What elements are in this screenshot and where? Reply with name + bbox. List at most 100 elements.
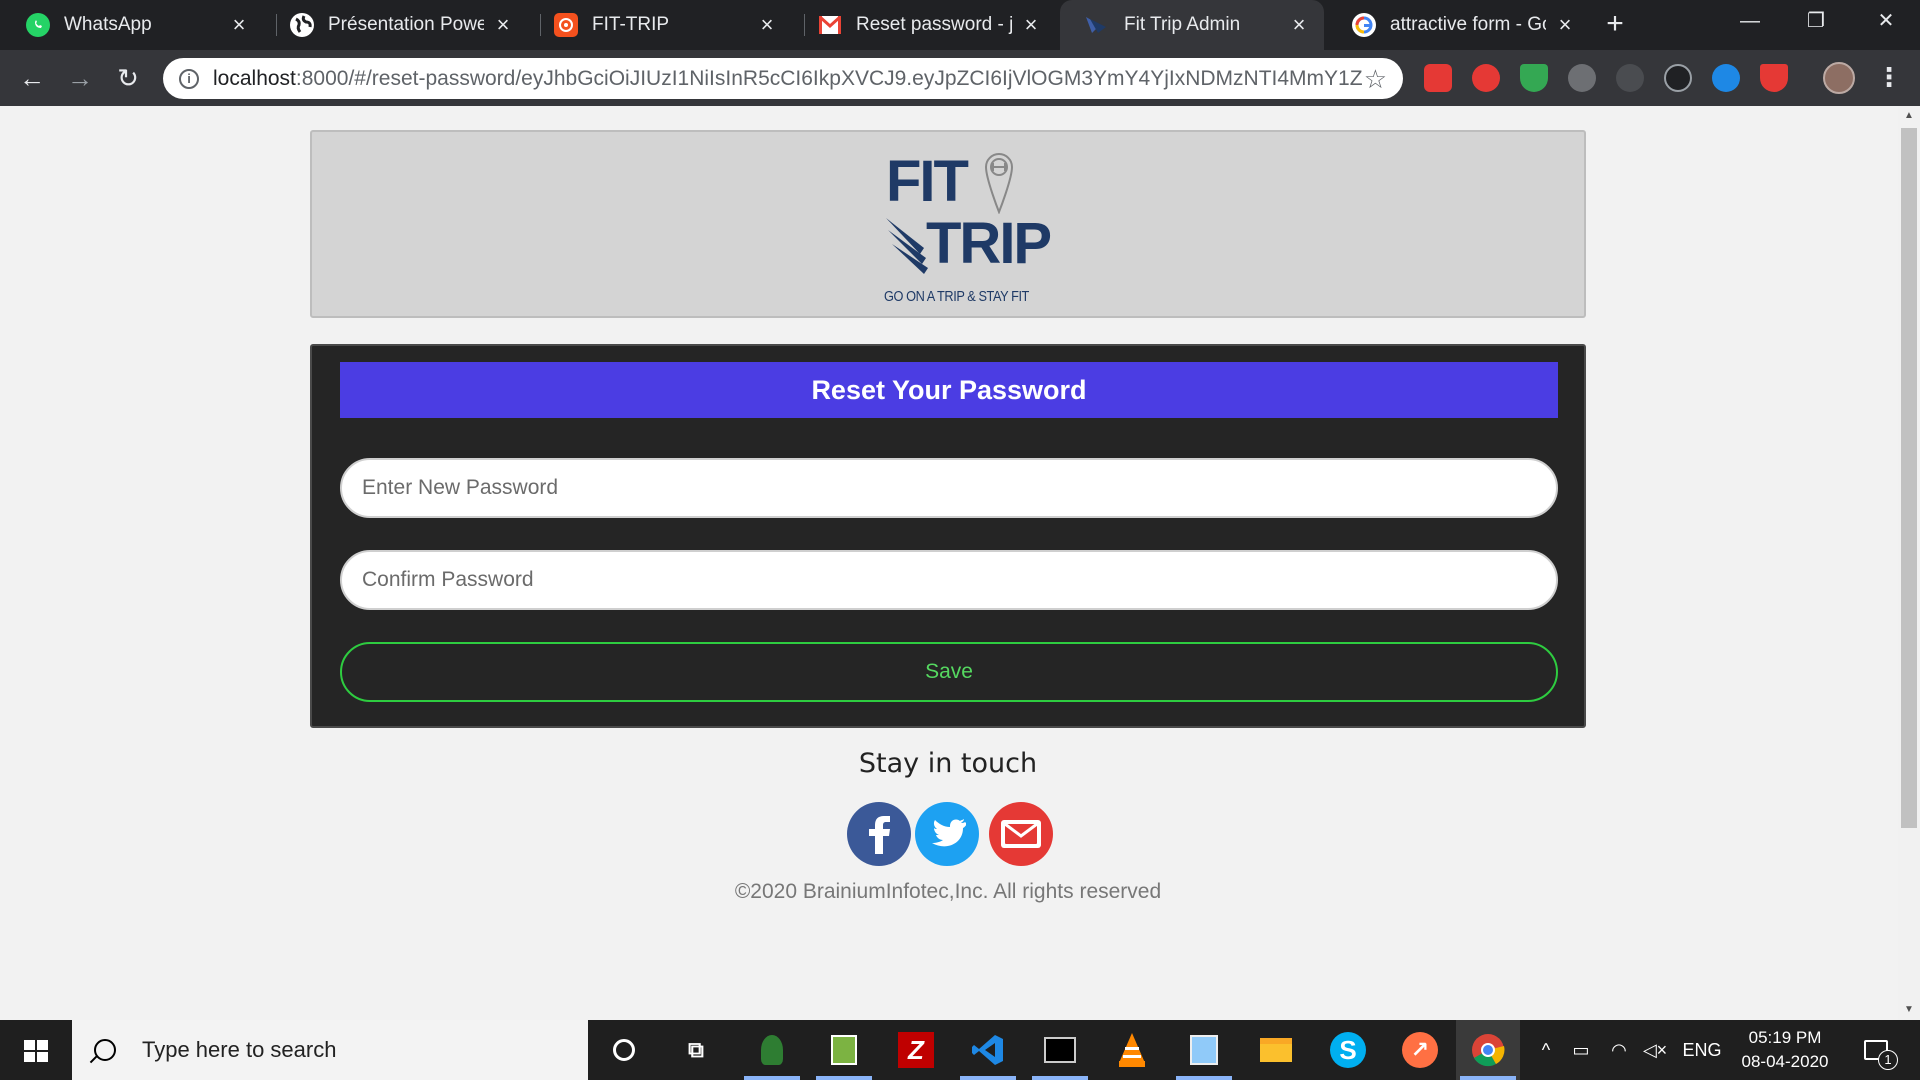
start-button[interactable] — [0, 1020, 72, 1080]
battery-icon[interactable]: ▭ — [1566, 1020, 1596, 1080]
restore-button[interactable]: ❐ — [1786, 0, 1846, 42]
close-icon[interactable]: × — [228, 14, 250, 36]
tab-label: FIT-TRIP — [592, 14, 670, 35]
mail-icon — [1001, 820, 1041, 848]
tray-chevron-up-icon[interactable]: ^ — [1534, 1020, 1558, 1080]
tab-fit-trip[interactable]: FIT-TRIP × — [528, 0, 792, 50]
extension-grey-icon[interactable] — [1568, 64, 1596, 92]
twitter-icon — [932, 819, 966, 847]
tab-reset-password-gmail[interactable]: Reset password - jay × — [792, 0, 1056, 50]
taskbar-search-box[interactable]: Type here to search — [72, 1020, 588, 1080]
postman-icon[interactable]: ↗ — [1402, 1032, 1438, 1068]
notification-count: 1 — [1878, 1050, 1898, 1070]
fit-trip-logo: FIT TRIP GO ON A TRIP & STAY FIT — [872, 148, 1052, 308]
form-title: Reset Your Password — [340, 362, 1558, 418]
logo-word-fit: FIT — [886, 149, 969, 214]
close-icon[interactable]: × — [1288, 14, 1310, 36]
globe-icon — [290, 13, 314, 37]
facebook-icon — [869, 816, 890, 854]
action-center-button[interactable]: 1 — [1852, 1020, 1900, 1080]
page-scrollbar[interactable]: ▲ ▼ — [1898, 106, 1920, 1020]
confirm-password-input[interactable] — [340, 550, 1558, 610]
profile-avatar[interactable] — [1823, 62, 1855, 94]
paint-app-icon[interactable] — [1186, 1032, 1222, 1068]
task-view-icon[interactable]: ⧉ — [678, 1032, 714, 1068]
extension-glasses-icon[interactable] — [1712, 64, 1740, 92]
facebook-button[interactable] — [847, 802, 911, 866]
clock-date: 08-04-2020 — [1741, 1052, 1829, 1071]
reload-icon: ↻ — [117, 63, 139, 93]
skype-icon[interactable]: S — [1330, 1032, 1366, 1068]
close-window-button[interactable]: ✕ — [1856, 0, 1916, 42]
save-button[interactable]: Save — [340, 642, 1558, 702]
tab-label: Reset password - jay — [856, 14, 1012, 35]
taskbar-active-indicator — [744, 1076, 800, 1080]
address-bar[interactable]: i localhost:8000/#/reset-password/eyJhbG… — [163, 58, 1403, 99]
copyright-text: ©2020 BrainiumInfotec,Inc. All rights re… — [734, 880, 1162, 903]
tab-label: attractive form - Goo — [1390, 14, 1546, 35]
extension-adblock-icon[interactable] — [1472, 64, 1500, 92]
back-button[interactable]: ← — [16, 62, 48, 94]
fittrip-app-icon — [554, 13, 578, 37]
vlc-icon[interactable] — [1114, 1032, 1150, 1068]
chrome-icon[interactable] — [1470, 1032, 1506, 1068]
tab-fit-trip-admin[interactable]: Fit Trip Admin × — [1060, 0, 1324, 50]
forward-button[interactable]: → — [64, 62, 96, 94]
scroll-up-icon[interactable]: ▲ — [1898, 106, 1920, 126]
google-icon — [1352, 13, 1376, 37]
bookmark-star-icon[interactable]: ☆ — [1364, 64, 1387, 95]
extension-moon-icon[interactable] — [1664, 64, 1692, 92]
url-path: :8000/#/reset-password/eyJhbGciOiJIUzI1N… — [295, 66, 1363, 90]
location-pin-icon — [984, 152, 1014, 214]
reset-password-form: Reset Your Password Save — [310, 344, 1586, 728]
page-content: FIT TRIP GO ON A TRIP & STAY FIT Reset Y… — [0, 106, 1898, 1020]
twitter-button[interactable] — [915, 802, 979, 866]
rocket-app-icon[interactable] — [754, 1032, 790, 1068]
gmail-icon — [818, 13, 842, 37]
extension-shield-icon[interactable] — [1520, 64, 1548, 92]
cortana-icon[interactable] — [606, 1032, 642, 1068]
volume-muted-icon[interactable]: ◁× — [1640, 1020, 1670, 1080]
close-icon[interactable]: × — [756, 14, 778, 36]
whatsapp-icon — [26, 13, 50, 37]
reload-button[interactable]: ↻ — [112, 62, 144, 94]
tab-label: Fit Trip Admin — [1124, 14, 1241, 35]
taskbar-active-indicator — [960, 1076, 1016, 1080]
minimize-button[interactable]: — — [1720, 0, 1780, 42]
scrollbar-thumb[interactable] — [1901, 128, 1917, 828]
terminal-icon[interactable] — [1042, 1032, 1078, 1068]
browser-menu-icon[interactable]: ⋮ — [1876, 62, 1902, 94]
scroll-down-icon[interactable]: ▼ — [1898, 1000, 1920, 1020]
file-explorer-icon[interactable] — [1258, 1032, 1294, 1068]
tab-presentation[interactable]: Présentation PowerP × — [264, 0, 528, 50]
taskbar-active-indicator — [1176, 1076, 1232, 1080]
notepad-app-icon[interactable] — [826, 1032, 862, 1068]
close-icon[interactable]: × — [492, 14, 514, 36]
tab-label: WhatsApp — [64, 14, 152, 35]
email-button[interactable] — [989, 802, 1053, 866]
logo-banner: FIT TRIP GO ON A TRIP & STAY FIT — [310, 130, 1586, 318]
taskbar-clock[interactable]: 05:19 PM 08-04-2020 — [1735, 1026, 1835, 1074]
arrow-left-icon: ← — [19, 63, 45, 93]
close-icon[interactable]: × — [1020, 14, 1042, 36]
vscode-icon[interactable] — [970, 1032, 1006, 1068]
site-info-icon[interactable]: i — [179, 68, 199, 89]
new-password-input[interactable] — [340, 458, 1558, 518]
clock-time: 05:19 PM — [1748, 1028, 1822, 1047]
tab-whatsapp[interactable]: WhatsApp × — [0, 0, 264, 50]
url-host: localhost — [213, 66, 296, 90]
tab-attractive-form-google[interactable]: attractive form - Goo × — [1326, 0, 1590, 50]
logo-tagline: GO ON A TRIP & STAY FIT — [884, 288, 1029, 305]
wifi-icon[interactable]: ◠ — [1604, 1020, 1634, 1080]
language-indicator[interactable]: ENG — [1678, 1020, 1726, 1080]
close-icon[interactable]: × — [1554, 14, 1576, 36]
arrow-right-icon: → — [67, 63, 93, 93]
extension-pocket-icon[interactable] — [1760, 64, 1788, 92]
browser-toolbar: ← → ↻ i localhost:8000/#/reset-password/… — [0, 50, 1920, 106]
extension-dark-icon[interactable] — [1616, 64, 1644, 92]
filezilla-icon[interactable]: Z — [898, 1032, 934, 1068]
windows-taskbar: Type here to search ⧉ Z S ↗ ^ ▭ ◠ ◁× ENG… — [0, 1020, 1920, 1080]
extension-video-icon[interactable] — [1424, 64, 1452, 92]
url-text[interactable]: localhost:8000/#/reset-password/eyJhbGci… — [213, 67, 1363, 91]
new-tab-button[interactable]: + — [1600, 9, 1630, 40]
